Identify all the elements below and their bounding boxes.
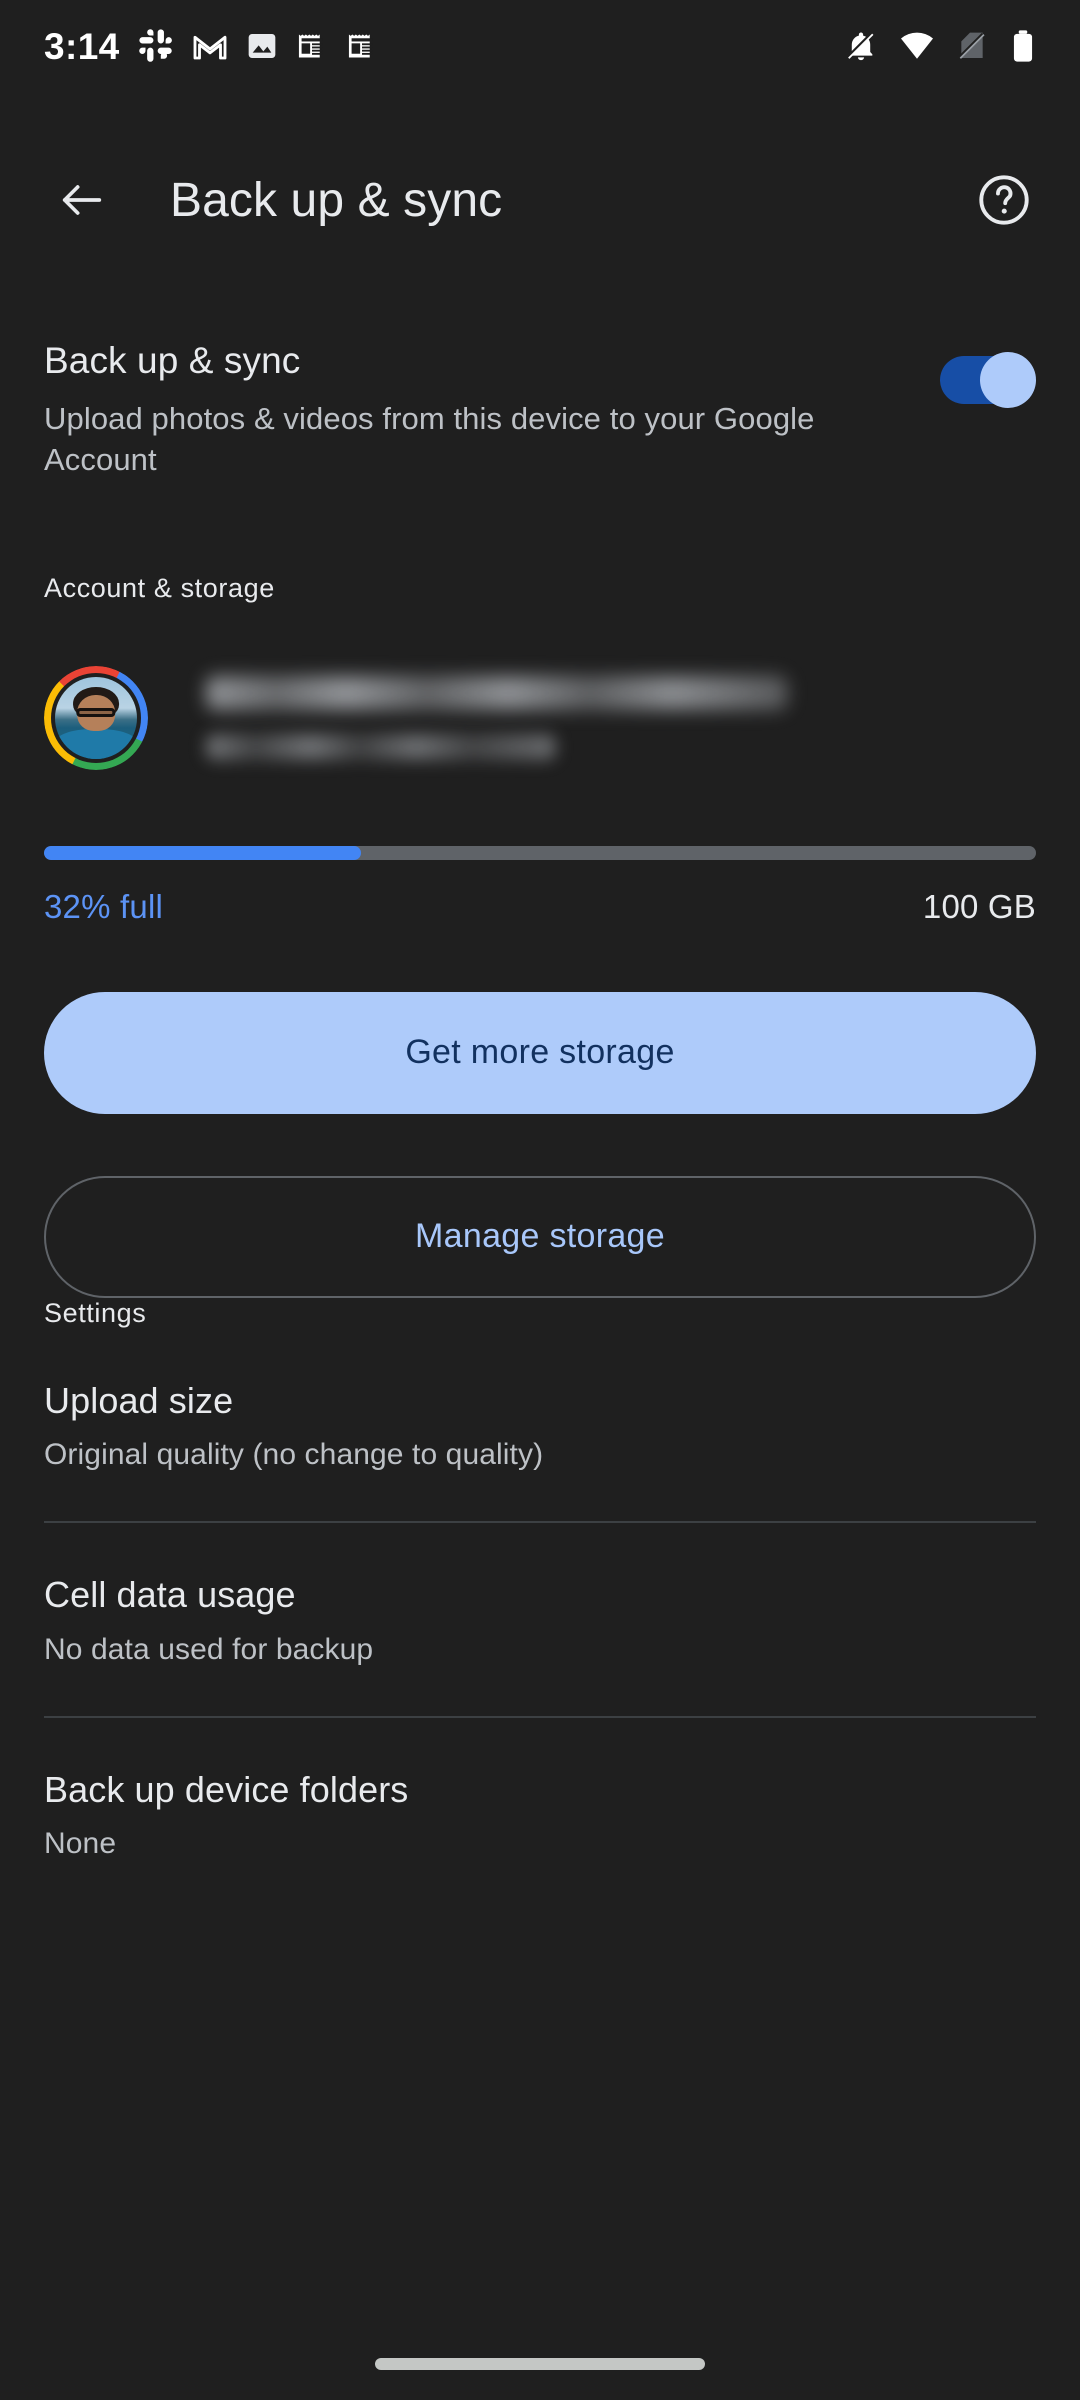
status-bar-right [844,29,1036,63]
storage-meter-track [44,845,1036,860]
storage-meter: 32% full 100 GB [0,845,1080,926]
help-circle-icon [979,175,1029,225]
account-row[interactable] [0,604,1080,770]
storage-meter-fill [44,845,362,860]
app-bar: Back up & sync [0,140,1080,260]
news-icon [298,34,323,58]
back-button[interactable] [40,158,124,242]
app-screen: 3:14 Back up & sync Back up & sync Uploa… [0,0,1080,2400]
help-button[interactable] [968,164,1040,236]
gmail-icon [193,35,227,60]
wifi-icon [900,32,934,59]
list-item-title: Back up device folders [44,1769,409,1811]
list-item-title: Upload size [44,1379,234,1421]
storage-percent-label: 32% full [44,887,164,925]
photos-image-icon [248,34,275,58]
settings-item-back-up-device-folders[interactable]: Back up device folders None [0,1718,1080,1911]
arrow-left-icon [62,185,102,215]
backup-sync-master-row[interactable]: Back up & sync Upload photos & videos fr… [0,262,1080,481]
status-bar-left: 3:14 [44,28,378,65]
settings-item-upload-size[interactable]: Upload size Original quality (no change … [0,1329,1080,1522]
list-item-subtitle: None [44,1827,117,1861]
manage-storage-button[interactable]: Manage storage [44,1175,1036,1298]
account-text [206,675,1036,760]
list-item-subtitle: No data used for backup [44,1632,374,1666]
get-more-storage-button[interactable]: Get more storage [44,991,1036,1114]
status-bar-clock: 3:14 [44,25,120,67]
status-bar: 3:14 [0,0,1080,92]
backup-sync-text: Back up & sync Upload photos & videos fr… [44,338,940,481]
settings-content: Back up & sync Upload photos & videos fr… [0,262,1080,1911]
settings-list: Upload size Original quality (no change … [0,1329,1080,1911]
page-title: Back up & sync [170,173,503,227]
toggle-thumb [980,352,1036,408]
backup-sync-title: Back up & sync [44,340,301,381]
avatar[interactable] [44,665,148,770]
account-email-redacted [206,675,788,710]
storage-meter-labels: 32% full 100 GB [44,888,1036,926]
settings-section-label: Settings [44,1297,147,1328]
battery-full-icon [1013,30,1033,62]
list-item-title: Cell data usage [44,1574,296,1616]
no-sim-icon [958,32,985,59]
backup-sync-subtitle: Upload photos & videos from this device … [44,401,815,478]
list-item-subtitle: Original quality (no change to quality) [44,1437,544,1471]
system-navigation-bar [0,2328,1080,2400]
home-gesture-handle[interactable] [375,2358,705,2370]
storage-total-label: 100 GB [922,887,1036,925]
notifications-silenced-icon [846,32,874,61]
avatar-photo [55,676,137,759]
settings-item-cell-data-usage[interactable]: Cell data usage No data used for backup [0,1523,1080,1716]
account-usage-redacted [206,733,556,760]
news-icon-2 [348,34,373,58]
slack-icon [138,29,172,62]
backup-sync-toggle[interactable] [940,352,1036,408]
account-storage-section-label: Account & storage [44,572,275,603]
